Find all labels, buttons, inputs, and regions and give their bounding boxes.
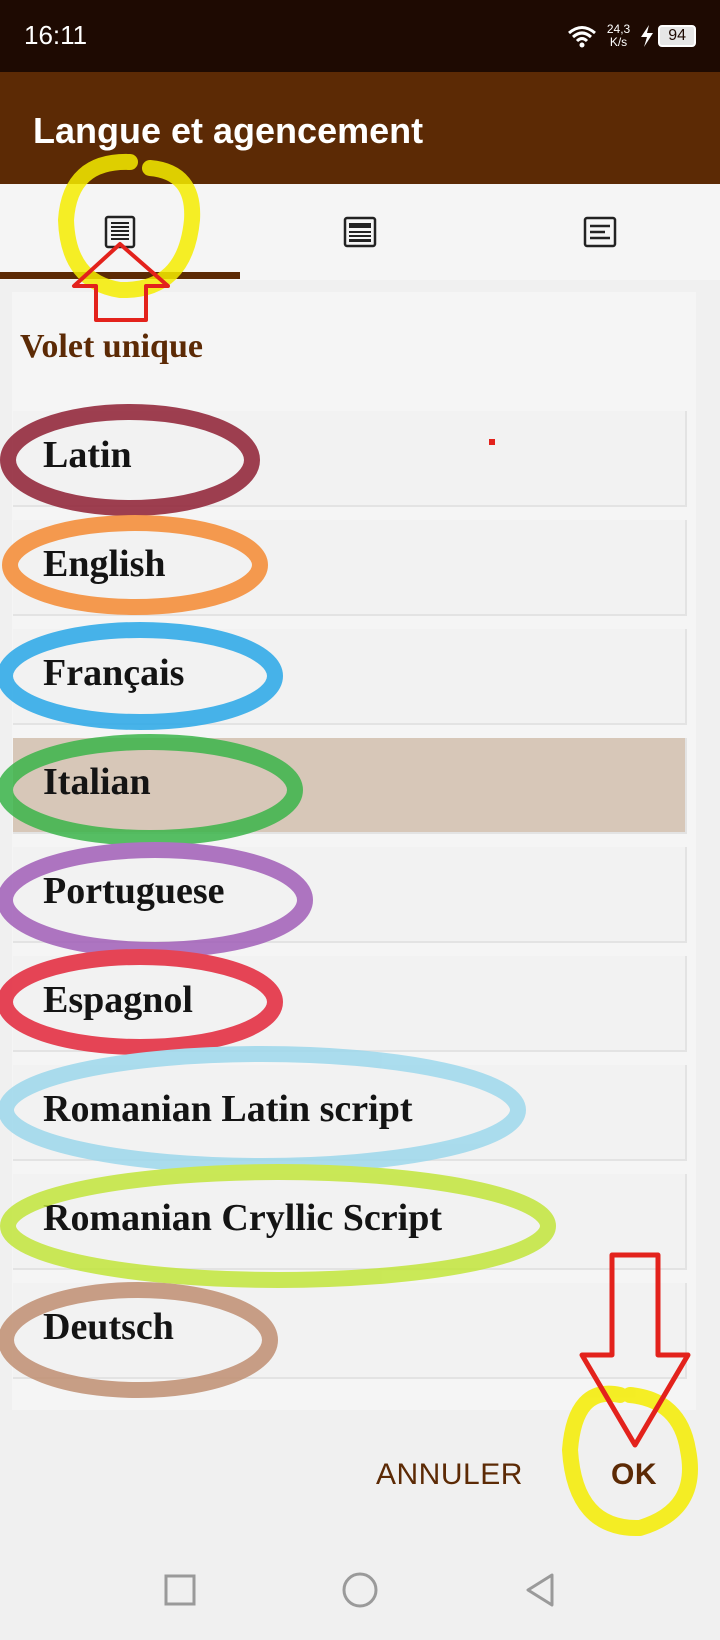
language-option-label: Italian xyxy=(43,761,151,803)
charging-icon xyxy=(641,25,654,47)
double-panel-tab[interactable] xyxy=(240,184,480,280)
lines-layout-icon xyxy=(583,216,617,248)
app-bar: Langue et agencement xyxy=(0,72,720,184)
system-nav-bar xyxy=(0,1540,720,1640)
language-option[interactable]: English xyxy=(13,520,687,616)
dialog-actions: ANNULER OK xyxy=(0,1410,720,1540)
language-option-label: Espagnol xyxy=(43,979,193,1021)
status-icons: 24,3 K/s 94 xyxy=(567,18,696,54)
language-option[interactable]: Romanian Cryllic Script xyxy=(13,1174,687,1270)
battery-level: 94 xyxy=(658,25,696,47)
language-option[interactable]: Français xyxy=(13,629,687,725)
language-option[interactable]: Portuguese xyxy=(13,847,687,943)
network-speed: 24,3 K/s xyxy=(607,23,630,49)
language-option[interactable]: Espagnol xyxy=(13,956,687,1052)
language-option[interactable]: Romanian Latin script xyxy=(13,1065,687,1161)
selected-tab-indicator xyxy=(0,272,240,279)
page-title: Langue et agencement xyxy=(33,110,424,151)
language-option[interactable]: Deutsch xyxy=(13,1283,687,1379)
split-panel-tab[interactable] xyxy=(480,184,720,280)
status-time: 16:11 xyxy=(24,20,88,50)
language-option-label: Romanian Cryllic Script xyxy=(43,1197,442,1239)
battery-indicator: 94 xyxy=(640,25,696,47)
status-bar: 16:11 24,3 K/s 94 xyxy=(0,0,720,72)
single-panel-tab[interactable] xyxy=(0,184,240,280)
back-triangle-icon[interactable] xyxy=(516,1566,564,1614)
home-circle-icon[interactable] xyxy=(336,1566,384,1614)
wifi-icon xyxy=(567,26,596,48)
language-option[interactable]: Latin xyxy=(13,411,687,507)
language-option-label: Latin xyxy=(43,434,132,476)
language-option[interactable]: Italian xyxy=(13,738,687,834)
language-option-label: Deutsch xyxy=(43,1306,174,1348)
language-option-label: Romanian Latin script xyxy=(43,1088,413,1130)
multi-row-layout-icon xyxy=(343,216,377,248)
language-option-label: Français xyxy=(43,652,185,694)
recents-square-icon[interactable] xyxy=(156,1566,204,1614)
layout-tabs xyxy=(0,184,720,280)
single-column-layout-icon xyxy=(104,215,136,249)
language-option-label: English xyxy=(43,543,166,585)
ok-button[interactable]: OK xyxy=(611,1458,657,1492)
network-speed-unit: K/s xyxy=(609,35,628,49)
language-option-label: Portuguese xyxy=(43,870,225,912)
cancel-button[interactable]: ANNULER xyxy=(376,1458,523,1492)
section-title: Volet unique xyxy=(20,328,203,365)
